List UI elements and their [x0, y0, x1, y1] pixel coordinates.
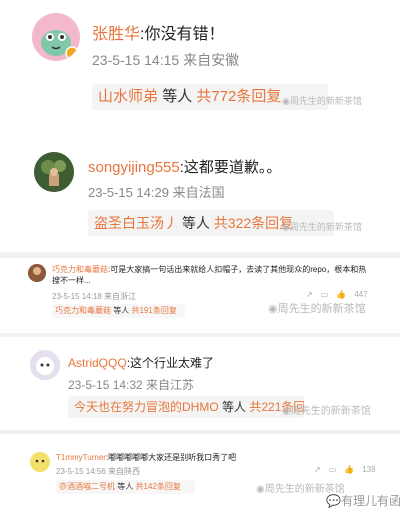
reply-count-link[interactable]: 共772条回复: [196, 88, 281, 105]
cartoon-avatar-icon: [30, 452, 50, 472]
wechat-icon: 💬: [326, 494, 341, 508]
reply-user-link[interactable]: 今天也在努力冒泡的DHMO: [74, 400, 219, 414]
comment-card: 张胜华:你没有错！ 23-5-15 14:15 来自安徽 山水师弟 等人 共77…: [0, 0, 400, 125]
cartoon-avatar-icon: [30, 350, 60, 380]
timestamp-location: 23-5-15 14:32 来自江苏: [68, 378, 195, 392]
share-icon[interactable]: ↗: [306, 290, 313, 299]
reply-user-link[interactable]: 盗圣白玉汤丿: [94, 215, 178, 231]
weibo-icon: ◉: [282, 96, 290, 106]
timestamp-location: 23-5-15 14:56 来自陕西: [56, 467, 141, 476]
reply-user-link[interactable]: 山水师弟: [98, 88, 158, 105]
reply-summary[interactable]: 今天也在努力冒泡的DHMO 等人 共221条回复: [68, 396, 304, 418]
photo-avatar-icon: [28, 264, 46, 282]
watermark: ◉周先生的新新茶馆: [282, 406, 371, 417]
comment-line: AstridQQQ:这个行业太难了: [68, 354, 214, 371]
watermark: ◉周先生的新新茶馆: [282, 96, 362, 106]
reply-summary[interactable]: 巧克力和毒蘑菇 等人 共191条回复: [52, 304, 185, 318]
comment-text: :这都要道歉。。: [179, 159, 282, 176]
comment-text: :嘟嘟嘟嘟嘟大家还是别听我口秀了吧: [105, 453, 237, 462]
share-icon[interactable]: ↗: [314, 465, 321, 474]
like-icon[interactable]: 👍: [344, 465, 354, 474]
timestamp-location: 23-5-15 14:15 来自安徽: [92, 52, 240, 68]
avatar[interactable]: [32, 13, 80, 61]
action-bar: ↗ ▭ 👍 447: [306, 290, 368, 299]
comment-line: songyijing555:这都要道歉。。: [88, 156, 281, 177]
photo-avatar-icon: [34, 152, 74, 192]
comment-text: :这个行业太难了: [126, 356, 215, 370]
watermark: ◉周先生的新新茶馆: [268, 303, 366, 315]
username[interactable]: T1mmyTurner: [56, 453, 106, 462]
footer-watermark: 💬有理儿有函: [326, 494, 400, 508]
like-icon[interactable]: 👍: [336, 290, 346, 299]
comment-card: T1mmyTurner:嘟嘟嘟嘟嘟大家还是别听我口秀了吧 23-5-15 14:…: [0, 440, 400, 510]
username[interactable]: 张胜华: [92, 26, 140, 43]
comment-line: 巧克力和毒蘑菇:可是大家搞一句话出来就给人扣帽子，去读了其他现众的repo，根本…: [52, 264, 372, 286]
timestamp-location: 23-5-15 14:29 来自法国: [88, 185, 225, 200]
reply-user-link[interactable]: 亦酒酒喵二号机: [59, 482, 115, 491]
action-bar: ↗ ▭ 👍 138: [314, 465, 376, 474]
weibo-icon: ◉: [268, 303, 278, 315]
divider: [0, 333, 400, 337]
username[interactable]: 巧克力和毒蘑菇: [52, 265, 108, 274]
weibo-icon: ◉: [256, 484, 265, 495]
avatar[interactable]: [28, 264, 46, 282]
like-count: 138: [362, 465, 376, 474]
comment-line: T1mmyTurner:嘟嘟嘟嘟嘟大家还是别听我口秀了吧: [56, 452, 236, 463]
reply-summary[interactable]: 亦酒酒喵二号机 等人 共142条回复: [56, 480, 195, 494]
comment-card: 巧克力和毒蘑菇:可是大家搞一句话出来就给人扣帽子，去读了其他现众的repo，根本…: [0, 260, 400, 330]
weibo-icon: ◉: [282, 406, 291, 417]
comment-card: songyijing555:这都要道歉。。 23-5-15 14:29 来自法国…: [0, 140, 400, 252]
avatar[interactable]: [30, 452, 50, 472]
cartoon-avatar-icon: [32, 13, 80, 61]
username[interactable]: AstridQQQ: [68, 356, 127, 370]
avatar[interactable]: [30, 350, 60, 380]
like-count: 447: [354, 290, 368, 299]
comment-card: AstridQQQ:这个行业太难了 23-5-15 14:32 来自江苏 今天也…: [0, 340, 400, 428]
avatar[interactable]: [34, 152, 74, 192]
reply-count-link[interactable]: 共142条回复: [135, 482, 180, 491]
comment-line: 张胜华:你没有错！: [92, 20, 224, 44]
comment-icon[interactable]: ▭: [329, 465, 337, 474]
divider: [0, 430, 400, 434]
comment-icon[interactable]: ▭: [321, 290, 329, 299]
comment-text: :你没有错！: [140, 26, 225, 43]
reply-count-link[interactable]: 共191条回复: [131, 306, 176, 315]
watermark: ◉周先生的新新茶馆: [282, 222, 362, 232]
timestamp-location: 23-5-15 14:18 来自浙江: [52, 292, 137, 301]
reply-user-link[interactable]: 巧克力和毒蘑菇: [55, 306, 111, 315]
divider: [0, 252, 400, 258]
weibo-icon: ◉: [282, 222, 290, 232]
username[interactable]: songyijing555: [88, 159, 180, 176]
